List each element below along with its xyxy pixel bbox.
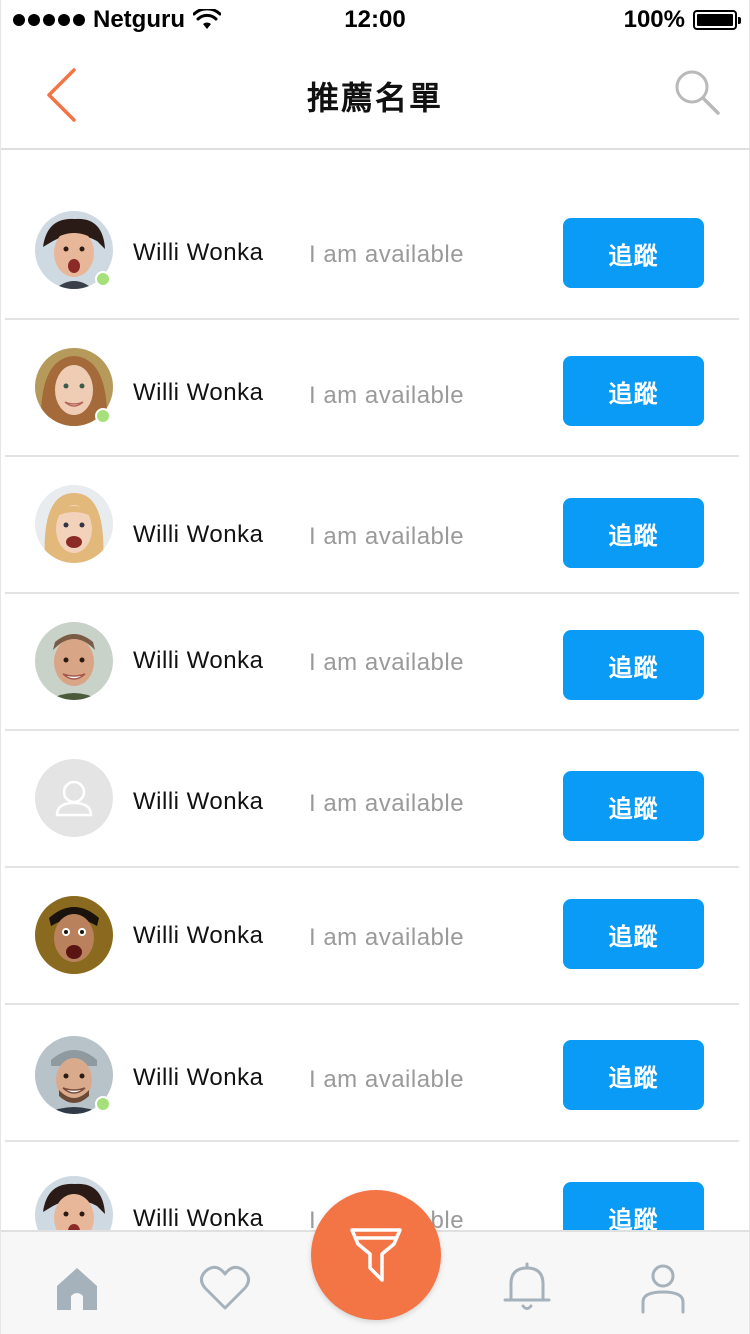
avatar[interactable]: [35, 759, 113, 837]
user-status: I am available: [309, 1066, 465, 1093]
heart-icon: [200, 1265, 250, 1310]
list-item: Willi Wonka I am available 追蹤: [5, 594, 739, 731]
follow-button[interactable]: 追蹤: [563, 498, 704, 568]
follow-button[interactable]: 追蹤: [563, 899, 704, 969]
home-icon: [57, 1268, 97, 1310]
page-title: 推薦名單: [306, 80, 443, 116]
user-name: Willi Wonka: [133, 521, 264, 548]
user-name: Willi Wonka: [133, 239, 264, 266]
filter-icon: [350, 1228, 402, 1282]
user-name: Willi Wonka: [133, 1205, 264, 1230]
avatar[interactable]: [35, 348, 113, 426]
user-status: I am available: [309, 790, 465, 817]
avatar[interactable]: [35, 896, 113, 974]
user-placeholder-icon: [35, 759, 113, 837]
search-button[interactable]: [665, 60, 729, 124]
follow-button[interactable]: 追蹤: [563, 630, 704, 700]
tab-favorites[interactable]: [195, 1258, 255, 1318]
user-list: Willi Wonka I am available 追蹤 Willi Wonk…: [1, 150, 749, 1230]
user-status: I am available: [309, 241, 465, 268]
user-name: Willi Wonka: [133, 1064, 264, 1091]
list-item: Willi Wonka I am available 追蹤: [5, 320, 739, 457]
follow-button[interactable]: 追蹤: [563, 1040, 704, 1110]
avatar[interactable]: [35, 1036, 113, 1114]
follow-button[interactable]: 追蹤: [563, 218, 704, 288]
status-right: 100%: [623, 6, 741, 34]
nav-bar: 推薦名單: [1, 40, 749, 150]
user-name: Willi Wonka: [133, 922, 264, 949]
battery-icon: [693, 10, 741, 30]
user-name: Willi Wonka: [133, 647, 264, 674]
tab-home[interactable]: [47, 1258, 107, 1318]
online-indicator: [95, 1096, 111, 1112]
follow-button[interactable]: 追蹤: [563, 356, 704, 426]
filter-button[interactable]: [311, 1190, 441, 1320]
profile-icon: [641, 1264, 685, 1314]
avatar[interactable]: [35, 211, 113, 289]
follow-button[interactable]: 追蹤: [563, 771, 704, 841]
user-status: I am available: [309, 649, 465, 676]
tab-profile[interactable]: [633, 1258, 693, 1318]
list-item: Willi Wonka I am available 追蹤: [5, 1005, 739, 1142]
user-status: I am available: [309, 523, 465, 550]
search-icon: [675, 70, 720, 115]
bell-icon: [503, 1262, 551, 1310]
user-name: Willi Wonka: [133, 788, 264, 815]
online-indicator: [95, 408, 111, 424]
status-bar: Netguru 12:00 100%: [1, 0, 749, 40]
screen: Netguru 12:00 100% 推薦名單 Willi Wonka I am…: [0, 0, 750, 1334]
battery-label: 100%: [623, 6, 685, 33]
avatar[interactable]: [35, 485, 113, 563]
user-status: I am available: [309, 924, 465, 951]
avatar[interactable]: [35, 622, 113, 700]
online-indicator: [95, 271, 111, 287]
avatar[interactable]: [35, 1176, 113, 1230]
user-name: Willi Wonka: [133, 379, 264, 406]
list-item: Willi Wonka I am available 追蹤: [5, 731, 739, 868]
user-status: I am available: [309, 382, 465, 409]
list-item: Willi Wonka I am available 追蹤: [5, 183, 739, 320]
list-item: Willi Wonka I am available 追蹤: [5, 868, 739, 1005]
tab-notifications[interactable]: [497, 1258, 557, 1318]
follow-button[interactable]: 追蹤: [563, 1182, 704, 1230]
list-item: Willi Wonka I am available 追蹤: [5, 457, 739, 594]
